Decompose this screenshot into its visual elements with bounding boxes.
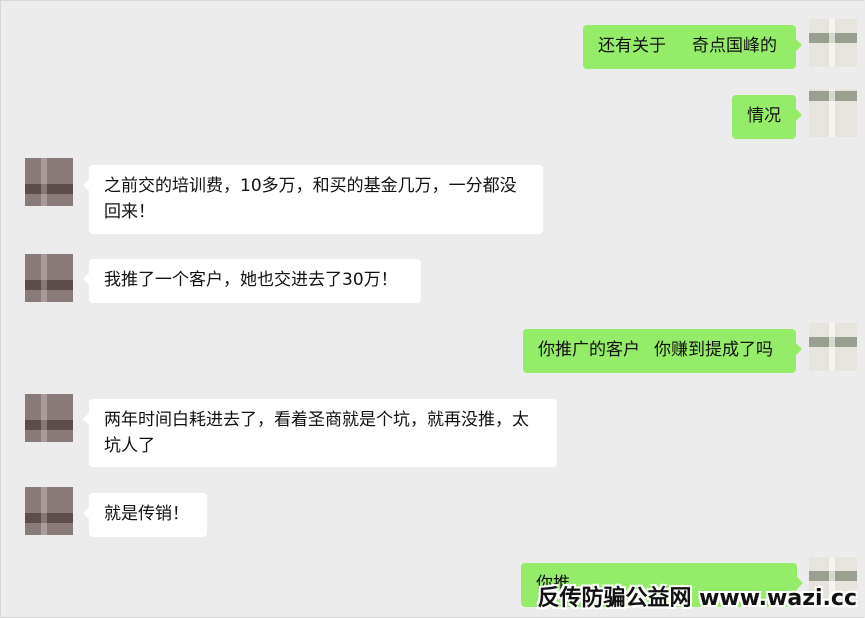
watermark: 反传防骗公益网 www.wazi.cc xyxy=(537,586,857,611)
message-text: 你赚到提成了吗 xyxy=(654,340,773,360)
message-outgoing[interactable]: 情况 xyxy=(732,95,802,139)
avatar[interactable] xyxy=(25,254,73,302)
avatar[interactable] xyxy=(25,158,73,206)
message-text: 还有关于 xyxy=(598,36,666,56)
message-incoming[interactable]: 两年时间白耗进去了，看着圣商就是个坑，就再没推，太 坑人了 xyxy=(83,399,557,467)
message-text: 回来！ xyxy=(104,202,155,222)
message-text: 情况 xyxy=(747,106,781,126)
message-text: 坑人了 xyxy=(104,436,155,456)
message-text: 就是传销！ xyxy=(104,504,189,524)
message-text: 两年时间白耗进去了，看着圣商就是个坑，就再没推，太 xyxy=(104,410,529,430)
avatar[interactable] xyxy=(25,487,73,535)
message-text: 奇点国峰的 xyxy=(692,36,777,56)
message-outgoing[interactable]: 你推广的客户 你赚到提成了吗 xyxy=(523,329,802,373)
message-text: 之前交的培训费，10多万，和买的基金几万，一分都没 xyxy=(104,176,517,196)
message-incoming[interactable]: 就是传销！ xyxy=(83,493,207,537)
avatar[interactable] xyxy=(25,394,73,442)
message-text: 我推了一个客户，她也交进去了30万！ xyxy=(104,270,398,290)
message-text: 你推广的客户 xyxy=(538,340,640,360)
avatar[interactable] xyxy=(809,89,857,137)
message-outgoing[interactable]: 还有关于 奇点国峰的 xyxy=(583,25,802,69)
avatar[interactable] xyxy=(809,323,857,371)
message-incoming[interactable]: 之前交的培训费，10多万，和买的基金几万，一分都没 回来！ xyxy=(83,165,543,234)
avatar[interactable] xyxy=(809,19,857,67)
message-incoming[interactable]: 我推了一个客户，她也交进去了30万！ xyxy=(83,259,421,303)
